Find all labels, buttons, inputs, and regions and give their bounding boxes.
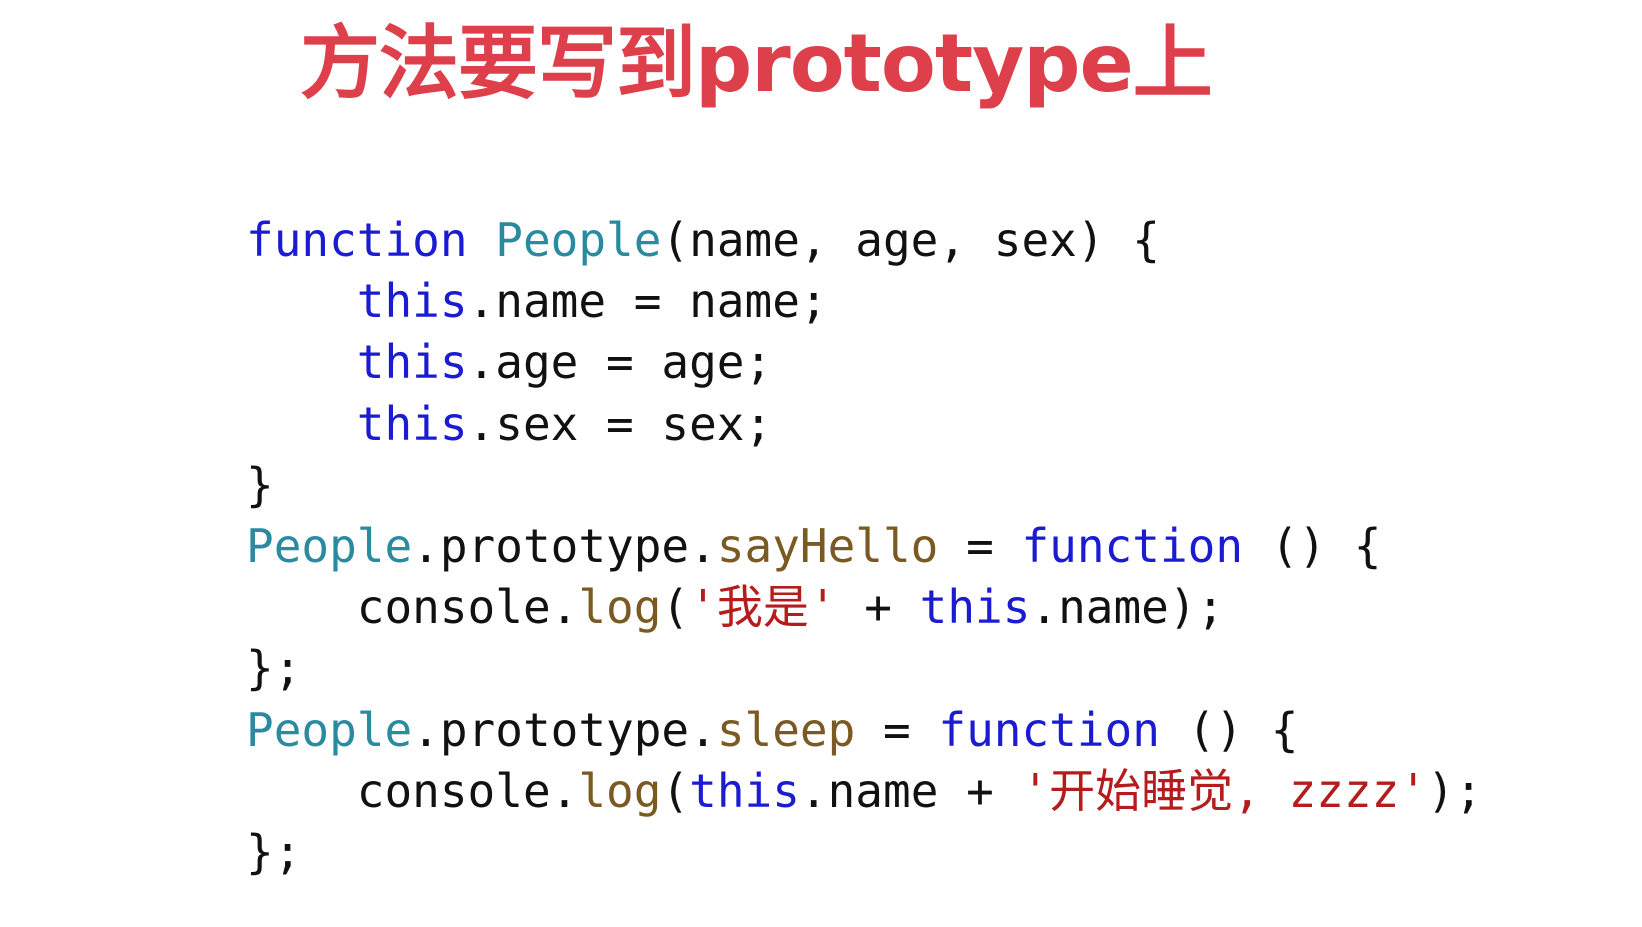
code-text: .age = age;: [467, 335, 773, 390]
code-text: };: [246, 641, 302, 696]
code-line: }: [246, 455, 1482, 516]
code-keyword: function: [246, 213, 468, 267]
code-text: +: [836, 580, 920, 635]
code-text: () {: [1243, 518, 1382, 573]
code-keyword: function: [1021, 518, 1244, 573]
code-block: function People(name, age, sex) { this.n…: [246, 210, 1482, 883]
code-text: .name +: [799, 763, 1022, 818]
code-line: function People(name, age, sex) {: [246, 210, 1482, 271]
code-line: console.log('我是' + this.name);: [246, 577, 1482, 638]
code-type-name: People: [495, 213, 662, 267]
code-text: }: [246, 457, 274, 512]
code-text: .prototype.: [412, 702, 717, 757]
code-line: People.prototype.sleep = function () {: [246, 700, 1482, 761]
code-method-name: sayHello: [716, 518, 939, 573]
code-method-name: log: [578, 763, 662, 818]
code-text: };: [246, 824, 302, 879]
code-text: );: [1427, 763, 1483, 818]
code-type-name: People: [246, 702, 413, 757]
code-text: .prototype.: [412, 518, 717, 573]
code-text: =: [938, 518, 1022, 573]
code-line: this.name = name;: [246, 271, 1482, 332]
code-text: () {: [1159, 702, 1299, 757]
code-text: .name);: [1030, 580, 1225, 635]
code-line: };: [246, 638, 1482, 699]
code-line: console.log(this.name + '开始睡觉, zzzz');: [246, 761, 1483, 822]
code-keyword: function: [938, 702, 1160, 757]
code-text: .sex = sex;: [467, 396, 773, 451]
code-method-name: sleep: [716, 702, 856, 757]
code-string-literal: '开始睡觉, zzzz': [1021, 763, 1428, 818]
code-text: =: [855, 702, 939, 757]
slide-title: 方法要写到prototype上: [300, 17, 1213, 110]
code-text: console.: [246, 580, 579, 635]
code-line: this.age = age;: [246, 332, 1482, 393]
code-keyword: this: [356, 396, 468, 451]
code-text: (name, age, sex) {: [661, 213, 1160, 267]
code-line: this.sex = sex;: [246, 394, 1482, 455]
code-text: console.: [246, 763, 579, 818]
code-keyword: this: [919, 580, 1031, 635]
code-text: (: [661, 580, 690, 635]
code-type-name: People: [246, 518, 413, 573]
code-string-literal: '我是': [689, 580, 837, 635]
code-line: };: [246, 822, 1482, 883]
code-keyword: this: [356, 335, 468, 390]
code-text: .name = name;: [467, 274, 828, 329]
code-keyword: this: [689, 763, 800, 818]
code-method-name: log: [578, 580, 662, 635]
code-keyword: this: [356, 274, 468, 329]
code-text: (: [661, 763, 690, 818]
code-line: People.prototype.sayHello = function () …: [246, 516, 1482, 577]
